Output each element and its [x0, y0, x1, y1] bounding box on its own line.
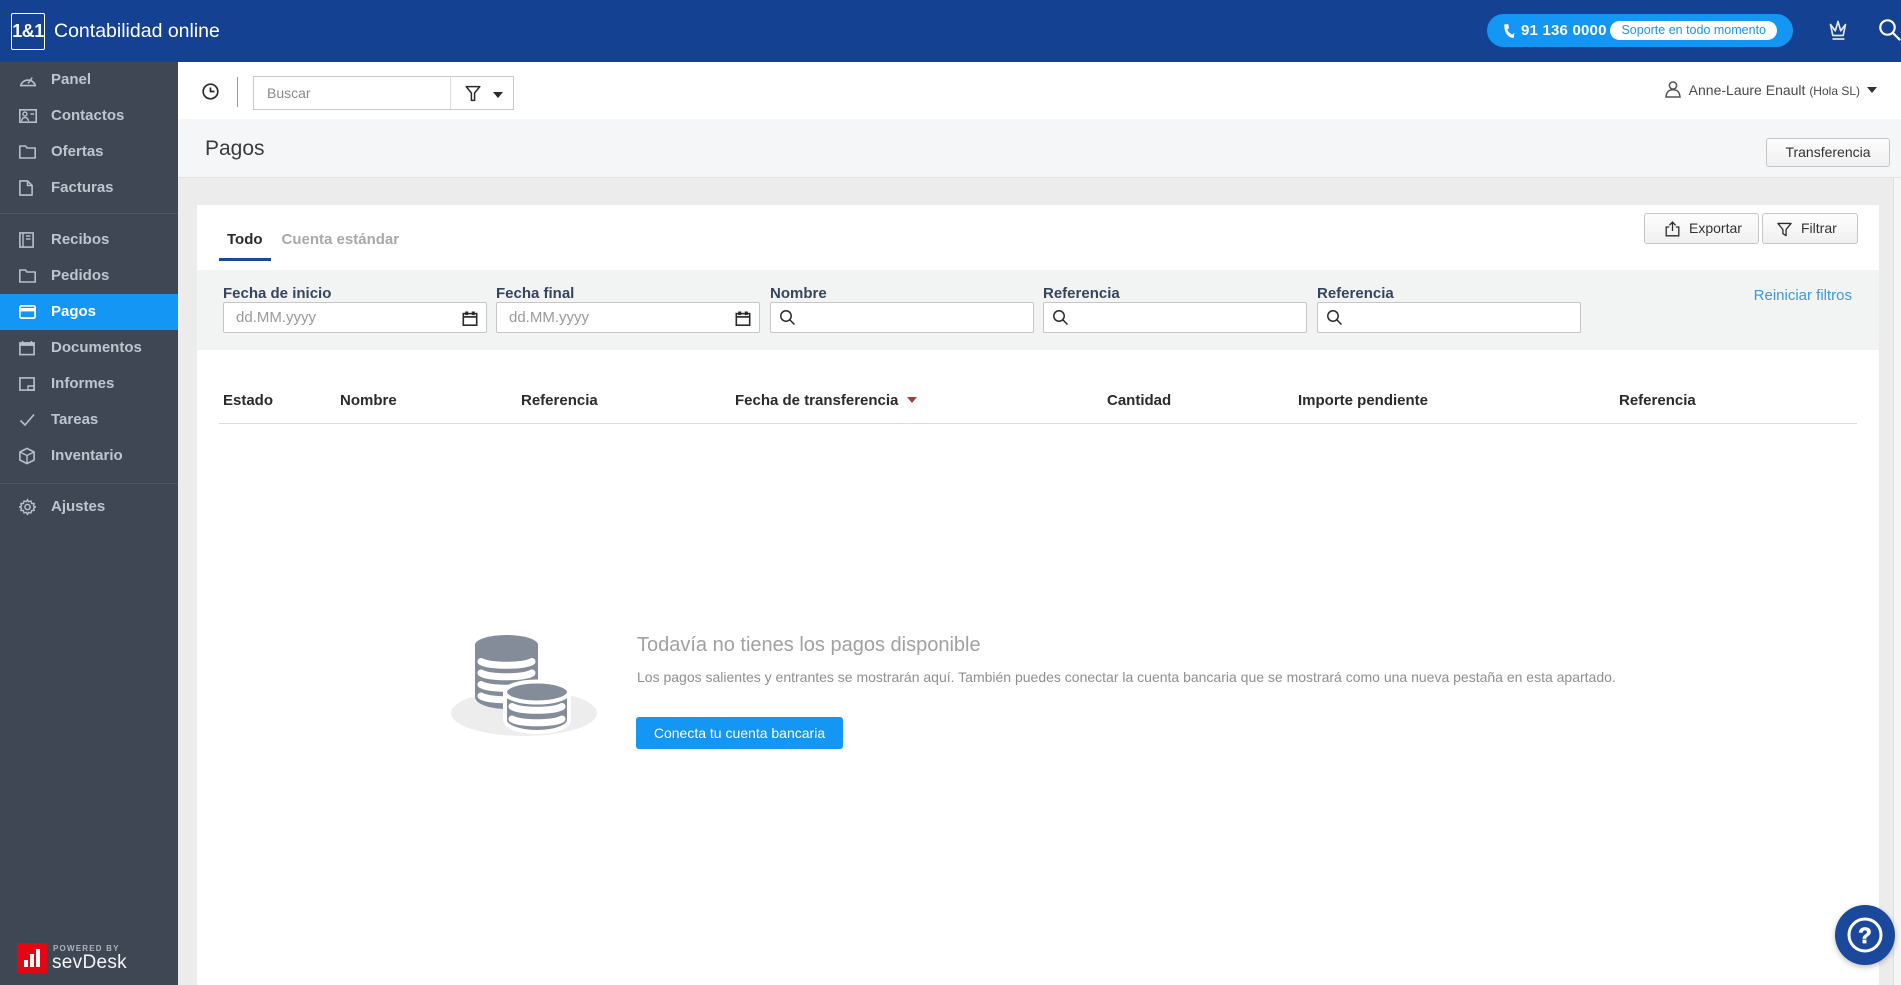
svg-text:?: ? [1858, 923, 1871, 948]
